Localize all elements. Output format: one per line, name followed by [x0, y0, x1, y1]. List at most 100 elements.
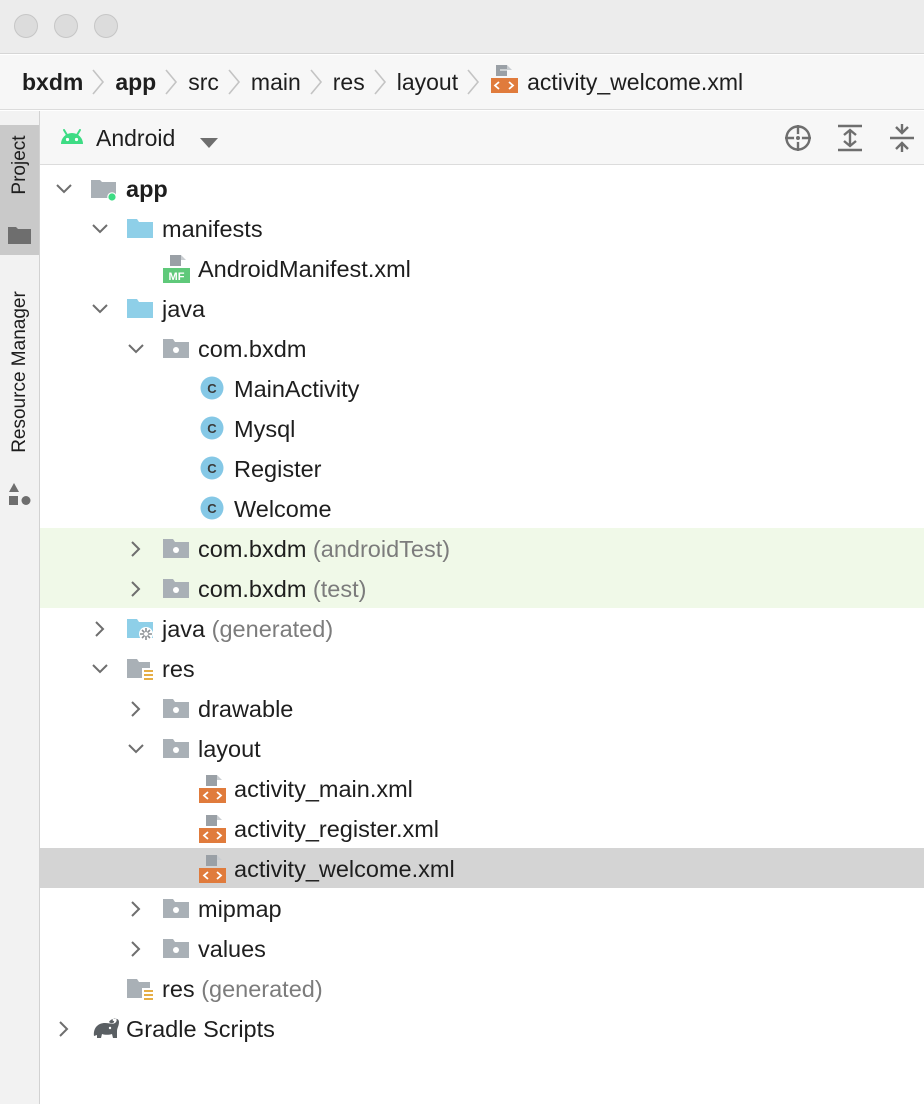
- tree-row-name: layout: [198, 736, 261, 762]
- project-tree: app manifests MF AndroidManifest.xml java com…: [40, 168, 924, 1048]
- tree-row[interactable]: mipmap: [40, 888, 924, 928]
- chevron-right-icon[interactable]: [90, 618, 110, 638]
- tree-row-name: values: [198, 936, 266, 962]
- tree-row-name: java: [162, 616, 206, 642]
- tab-resource-manager[interactable]: Resource Manager: [0, 276, 39, 516]
- chevron-right-icon[interactable]: [126, 538, 146, 558]
- tree-row[interactable]: app: [40, 168, 924, 208]
- window-titlebar: [0, 0, 924, 54]
- chevron-right-icon: [308, 67, 324, 97]
- tree-row-name: com.bxdm: [198, 576, 307, 602]
- chevron-right-icon: [226, 67, 242, 97]
- tree-row-qualifier: (test): [312, 576, 367, 602]
- tree-row[interactable]: manifests: [40, 208, 924, 248]
- collapse-all-icon[interactable]: [887, 123, 917, 153]
- tree-row-name: Mysql: [234, 416, 296, 442]
- chevron-down-icon[interactable]: [126, 738, 146, 758]
- tree-row[interactable]: drawable: [40, 688, 924, 728]
- tree-row[interactable]: C Register: [40, 448, 924, 488]
- tab-project[interactable]: Project: [0, 125, 39, 255]
- tree-row[interactable]: res: [40, 648, 924, 688]
- chevron-right-icon: [372, 67, 388, 97]
- tree-row-label: manifests: [162, 216, 263, 243]
- class-icon: C: [198, 494, 226, 522]
- breadcrumb-item-bxdm[interactable]: bxdm: [22, 69, 83, 96]
- class-icon: C: [198, 454, 226, 482]
- minimize-window-button[interactable]: [54, 14, 78, 38]
- tree-row-name: res: [162, 976, 195, 1002]
- module-icon: [90, 174, 118, 202]
- chevron-right-icon[interactable]: [126, 938, 146, 958]
- breadcrumb-item-file[interactable]: activity_welcome.xml: [490, 64, 743, 100]
- svg-text:C: C: [207, 501, 217, 516]
- chevron-down-icon[interactable]: [90, 218, 110, 238]
- chevron-right-icon[interactable]: [126, 578, 146, 598]
- view-mode-dropdown[interactable]: Android: [96, 125, 175, 152]
- chevron-right-icon[interactable]: [126, 698, 146, 718]
- package-icon: [162, 334, 190, 362]
- tree-row[interactable]: MF AndroidManifest.xml: [40, 248, 924, 288]
- tree-row-label: values: [198, 936, 266, 963]
- breadcrumb-item-main[interactable]: main: [251, 69, 301, 96]
- close-window-button[interactable]: [14, 14, 38, 38]
- project-panel-header: Android: [40, 111, 924, 165]
- chevron-right-icon: [90, 67, 106, 97]
- tool-window-strip: Project Resource Manager: [0, 111, 40, 1104]
- chevron-down-icon[interactable]: [90, 658, 110, 678]
- folder-icon: [8, 225, 31, 249]
- tree-row-name: com.bxdm: [198, 536, 307, 562]
- tree-row-name: activity_welcome.xml: [234, 856, 455, 882]
- tree-row-label: com.bxdm: [198, 336, 306, 363]
- tree-row[interactable]: C MainActivity: [40, 368, 924, 408]
- breadcrumb-item-src[interactable]: src: [188, 69, 219, 96]
- tab-resource-manager-label: Resource Manager: [8, 291, 30, 453]
- package-icon: [162, 534, 190, 562]
- tree-row[interactable]: Gradle Scripts: [40, 1008, 924, 1048]
- chevron-down-icon[interactable]: [54, 178, 74, 198]
- tree-row-name: MainActivity: [234, 376, 360, 402]
- locate-icon[interactable]: [783, 123, 813, 153]
- package-icon: [162, 734, 190, 762]
- breadcrumb-item-res[interactable]: res: [333, 69, 365, 96]
- layout-file-icon: [198, 854, 226, 883]
- tree-row[interactable]: activity_main.xml: [40, 768, 924, 808]
- svg-text:C: C: [207, 381, 217, 396]
- package-icon: [162, 694, 190, 722]
- tree-row[interactable]: com.bxdm (test): [40, 568, 924, 608]
- tree-row[interactable]: values: [40, 928, 924, 968]
- tree-row-name: app: [126, 176, 168, 202]
- breadcrumb-item-layout[interactable]: layout: [397, 69, 458, 96]
- resource-folder-icon: [126, 974, 155, 1003]
- tree-row[interactable]: C Welcome: [40, 488, 924, 528]
- zoom-window-button[interactable]: [94, 14, 118, 38]
- chevron-right-icon[interactable]: [54, 1018, 74, 1038]
- tree-row[interactable]: activity_register.xml: [40, 808, 924, 848]
- tree-row[interactable]: com.bxdm (androidTest): [40, 528, 924, 568]
- breadcrumb-item-app[interactable]: app: [115, 69, 156, 96]
- tree-row-name: com.bxdm: [198, 336, 307, 362]
- tree-row[interactable]: java: [40, 288, 924, 328]
- tree-row[interactable]: C Mysql: [40, 408, 924, 448]
- tree-row[interactable]: activity_welcome.xml: [40, 848, 924, 888]
- breadcrumb-file-label: activity_welcome.xml: [527, 68, 744, 95]
- tree-row-name: java: [162, 296, 206, 322]
- tree-row-qualifier: (generated): [211, 616, 334, 642]
- tree-row-label: Register: [234, 456, 322, 483]
- chevron-down-icon[interactable]: [200, 135, 218, 153]
- chevron-right-icon[interactable]: [126, 898, 146, 918]
- package-icon: [162, 894, 190, 922]
- tree-row-name: manifests: [162, 216, 263, 242]
- breadcrumb: bxdm app src main res layout activity_we…: [0, 55, 924, 110]
- chevron-down-icon[interactable]: [90, 298, 110, 318]
- chevron-down-icon[interactable]: [126, 338, 146, 358]
- tree-row[interactable]: res (generated): [40, 968, 924, 1008]
- tree-row-label: java (generated): [162, 616, 333, 643]
- tree-row-name: mipmap: [198, 896, 282, 922]
- package-icon: [162, 934, 190, 962]
- tree-row[interactable]: com.bxdm: [40, 328, 924, 368]
- tree-row[interactable]: java (generated): [40, 608, 924, 648]
- tree-row[interactable]: layout: [40, 728, 924, 768]
- tree-row-name: drawable: [198, 696, 294, 722]
- resource-folder-icon: [126, 654, 155, 683]
- expand-all-icon[interactable]: [835, 123, 865, 153]
